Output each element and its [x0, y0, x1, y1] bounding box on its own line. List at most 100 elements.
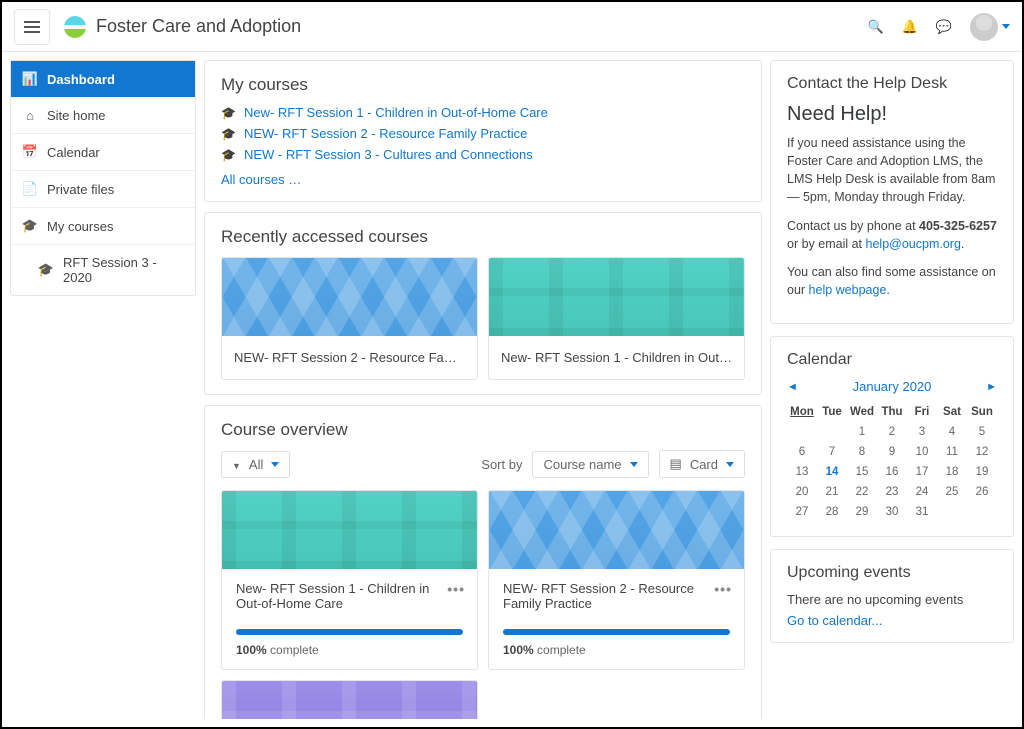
graduation-cap-icon — [221, 127, 236, 141]
calendar-day[interactable]: 19 — [967, 462, 997, 482]
calendar-day[interactable]: 6 — [787, 442, 817, 462]
course-banner — [222, 258, 477, 336]
nav-item-calendar[interactable]: Calendar — [11, 133, 195, 170]
nav-item-dashboard[interactable]: Dashboard — [11, 61, 195, 97]
calendar-day[interactable]: 22 — [847, 482, 877, 502]
calendar-day[interactable]: 18 — [937, 462, 967, 482]
calendar-day[interactable]: 3 — [907, 422, 937, 442]
navbar-right — [867, 13, 1010, 41]
all-courses-link[interactable]: All courses … — [221, 172, 745, 187]
calendar-day[interactable]: 15 — [847, 462, 877, 482]
calendar-day[interactable]: 24 — [907, 482, 937, 502]
course-link[interactable]: New- RFT Session 1 - Children in Out-of-… — [221, 105, 745, 120]
help-paragraph-2: Contact us by phone at 405-325-6257 or b… — [787, 217, 997, 253]
messages-icon[interactable] — [936, 19, 952, 35]
calendar-day[interactable]: 30 — [877, 502, 907, 522]
calendar-month-link[interactable]: January 2020 — [853, 379, 932, 394]
calendar-day[interactable]: 25 — [937, 482, 967, 502]
progress-bar — [236, 629, 463, 635]
calendar-day[interactable]: 17 — [907, 462, 937, 482]
calendar-prev-button[interactable]: ◄ — [787, 381, 798, 393]
notifications-icon[interactable] — [902, 19, 918, 35]
calendar-day[interactable]: 10 — [907, 442, 937, 462]
help-webpage-link[interactable]: help webpage — [809, 283, 887, 297]
calendar-day[interactable]: 4 — [937, 422, 967, 442]
top-navbar: Foster Care and Adoption — [2, 2, 1022, 52]
chevron-down-icon — [271, 462, 279, 467]
calendar-day[interactable]: 27 — [787, 502, 817, 522]
overview-tile-title: NEW- RFT Session 2 - Resource Family Pra… — [503, 581, 730, 615]
graduation-cap-icon — [221, 106, 236, 120]
calendar-day[interactable]: 7 — [817, 442, 847, 462]
calendar-day[interactable]: 16 — [877, 462, 907, 482]
calendar-day[interactable]: 20 — [787, 482, 817, 502]
calendar-dow: Sat — [937, 402, 967, 422]
sort-dropdown[interactable]: Course name — [532, 451, 648, 478]
course-link-text[interactable]: NEW - RFT Session 3 - Cultures and Conne… — [244, 147, 533, 162]
course-tile-label: New- RFT Session 1 - Children in Out-of-… — [489, 336, 744, 379]
nav-item-private-files[interactable]: Private files — [11, 170, 195, 207]
calendar-day[interactable]: 23 — [877, 482, 907, 502]
user-menu[interactable] — [970, 13, 1010, 41]
calendar-day[interactable]: 8 — [847, 442, 877, 462]
overview-tile-title: New- RFT Session 1 - Children in Out-of-… — [236, 581, 463, 615]
nav-item-label: My courses — [47, 219, 113, 234]
course-actions-menu[interactable]: ••• — [447, 581, 465, 597]
course-actions-menu[interactable]: ••• — [714, 581, 732, 597]
course-link-text[interactable]: NEW- RFT Session 2 - Resource Family Pra… — [244, 126, 527, 141]
hamburger-button[interactable] — [14, 9, 50, 45]
calendar-day[interactable]: 11 — [937, 442, 967, 462]
search-icon[interactable] — [867, 19, 883, 35]
course-banner — [489, 258, 744, 336]
filter-icon — [232, 457, 241, 472]
course-link-text[interactable]: New- RFT Session 1 - Children in Out-of-… — [244, 105, 548, 120]
recent-course-tile[interactable]: NEW- RFT Session 2 - Resource Family Pra… — [221, 257, 478, 380]
layout-dropdown[interactable]: Card — [659, 450, 745, 478]
progress-text: 100% complete — [236, 643, 463, 657]
calendar-day[interactable]: 14 — [817, 462, 847, 482]
nav-item-label: Calendar — [47, 145, 100, 160]
calendar-day[interactable]: 5 — [967, 422, 997, 442]
nav-item-rft-session-3-2020[interactable]: RFT Session 3 - 2020 — [11, 244, 195, 295]
overview-filter-label: All — [249, 457, 263, 472]
help-email-link[interactable]: help@oucpm.org — [866, 237, 961, 251]
nav-item-site-home[interactable]: Site home — [11, 97, 195, 133]
right-sidebar: Contact the Help Desk Need Help! If you … — [770, 60, 1014, 719]
calendar-day[interactable]: 13 — [787, 462, 817, 482]
need-help-heading: Need Help! — [787, 103, 997, 126]
calendar-dow: Wed — [847, 402, 877, 422]
calendar-day[interactable]: 9 — [877, 442, 907, 462]
calendar-day — [967, 502, 997, 522]
go-to-calendar-link[interactable]: Go to calendar... — [787, 613, 882, 628]
course-link[interactable]: NEW - RFT Session 3 - Cultures and Conne… — [221, 147, 745, 162]
brand-title: Foster Care and Adoption — [96, 16, 301, 37]
file-icon — [23, 181, 37, 197]
overview-course-tile[interactable]: NEW - RFT Session 3 - Cultures and Conne… — [221, 680, 478, 719]
nav-item-label: Private files — [47, 182, 114, 197]
help-desk-block: Contact the Help Desk Need Help! If you … — [770, 60, 1014, 324]
cap-icon — [23, 218, 37, 234]
calendar-dow: Tue — [817, 402, 847, 422]
brand[interactable]: Foster Care and Adoption — [64, 16, 301, 38]
overview-course-tile[interactable]: NEW- RFT Session 2 - Resource Family Pra… — [488, 490, 745, 670]
overview-filter-dropdown[interactable]: All — [221, 451, 290, 478]
calendar-day[interactable]: 12 — [967, 442, 997, 462]
course-link[interactable]: NEW- RFT Session 2 - Resource Family Pra… — [221, 126, 745, 141]
calendar-day[interactable]: 2 — [877, 422, 907, 442]
sort-by-label: Sort by — [481, 457, 522, 472]
calendar-day[interactable]: 1 — [847, 422, 877, 442]
calendar-next-button[interactable]: ► — [986, 381, 997, 393]
graduation-cap-icon — [221, 148, 236, 162]
calendar-day[interactable]: 28 — [817, 502, 847, 522]
help-text: Contact us by phone at — [787, 219, 919, 233]
overview-course-tile[interactable]: New- RFT Session 1 - Children in Out-of-… — [221, 490, 478, 670]
nav-item-label: RFT Session 3 - 2020 — [63, 255, 183, 285]
calendar-day[interactable]: 26 — [967, 482, 997, 502]
calendar-day[interactable]: 31 — [907, 502, 937, 522]
recent-course-tile[interactable]: New- RFT Session 1 - Children in Out-of-… — [488, 257, 745, 380]
calendar-day[interactable]: 29 — [847, 502, 877, 522]
course-banner — [489, 491, 744, 569]
help-text: or by email at — [787, 237, 866, 251]
calendar-day[interactable]: 21 — [817, 482, 847, 502]
nav-item-my-courses[interactable]: My courses — [11, 207, 195, 244]
